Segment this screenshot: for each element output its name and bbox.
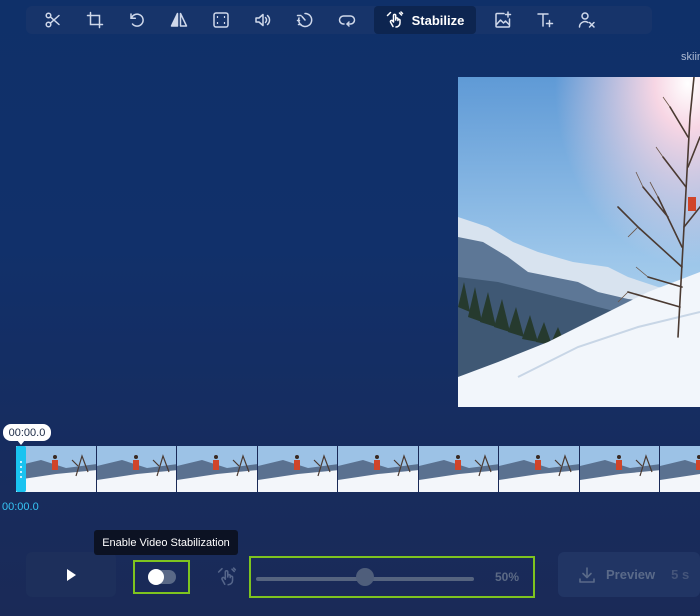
remove-person-tool-button[interactable] bbox=[566, 6, 608, 34]
crop-tool-button[interactable] bbox=[74, 6, 116, 34]
strength-value: 50% bbox=[495, 570, 520, 584]
stabilize-hand-icon bbox=[217, 566, 237, 593]
video-frame-image bbox=[458, 77, 700, 407]
volume-tool-button[interactable] bbox=[242, 6, 284, 34]
timeline-frame bbox=[579, 446, 660, 492]
toggle-knob bbox=[147, 569, 164, 585]
editor-toolbar: Stabilize bbox=[26, 6, 652, 34]
timeline-frame bbox=[338, 446, 419, 492]
current-time-bubble: 00:00.0 bbox=[3, 424, 51, 445]
preview-label: Preview bbox=[606, 567, 656, 582]
timeline-frame bbox=[96, 446, 177, 492]
loop-tool-button[interactable] bbox=[326, 6, 368, 34]
stabilization-strength-highlight: 50% bbox=[249, 556, 535, 598]
flip-icon bbox=[170, 12, 188, 27]
add-text-icon bbox=[537, 13, 554, 28]
flip-tool-button[interactable] bbox=[158, 6, 200, 34]
resize-tool-button[interactable] bbox=[200, 6, 242, 34]
strength-slider-thumb[interactable] bbox=[356, 568, 374, 586]
loop-icon bbox=[338, 15, 356, 27]
timeline-frame bbox=[660, 446, 700, 492]
preview-button[interactable]: Preview 5 s bbox=[558, 552, 700, 597]
stabilize-tool-label: Stabilize bbox=[411, 12, 465, 28]
timeline-frame bbox=[177, 446, 258, 492]
crop-icon bbox=[86, 11, 104, 29]
resize-frame-icon bbox=[213, 12, 229, 28]
rotate-tool-button[interactable] bbox=[116, 6, 158, 34]
timeline-frame bbox=[499, 446, 580, 492]
rotate-icon bbox=[130, 13, 144, 27]
stabilization-toggle[interactable] bbox=[147, 569, 176, 585]
scissors-icon bbox=[45, 12, 60, 28]
stabilize-tool-button[interactable]: Stabilize bbox=[374, 6, 476, 34]
stabilize-hand-icon bbox=[386, 11, 403, 28]
stabilization-toggle-highlight bbox=[133, 560, 190, 594]
video-filename: skiing bbox=[681, 51, 700, 63]
play-button[interactable] bbox=[26, 552, 116, 597]
remove-person-icon bbox=[578, 12, 595, 28]
add-text-tool-button[interactable] bbox=[524, 6, 566, 34]
speed-tool-button[interactable] bbox=[284, 6, 326, 34]
download-icon bbox=[579, 566, 595, 583]
speed-icon bbox=[296, 12, 313, 28]
timeline-playhead-handle[interactable] bbox=[16, 446, 26, 492]
cut-tool-button[interactable] bbox=[32, 6, 74, 34]
timeline-frame bbox=[16, 446, 97, 492]
timeline-frame bbox=[257, 446, 338, 492]
preview-duration: 5 s bbox=[671, 567, 690, 582]
volume-icon bbox=[255, 13, 271, 27]
stabilization-tooltip: Enable Video Stabilization bbox=[94, 530, 238, 555]
video-preview[interactable] bbox=[458, 77, 700, 407]
timeline-frame bbox=[418, 446, 499, 492]
play-icon bbox=[67, 568, 76, 581]
timeline-start-time: 00:00.0 bbox=[2, 501, 39, 513]
add-image-icon bbox=[495, 11, 512, 28]
timeline-filmstrip[interactable] bbox=[16, 446, 700, 492]
add-image-tool-button[interactable] bbox=[482, 6, 524, 34]
